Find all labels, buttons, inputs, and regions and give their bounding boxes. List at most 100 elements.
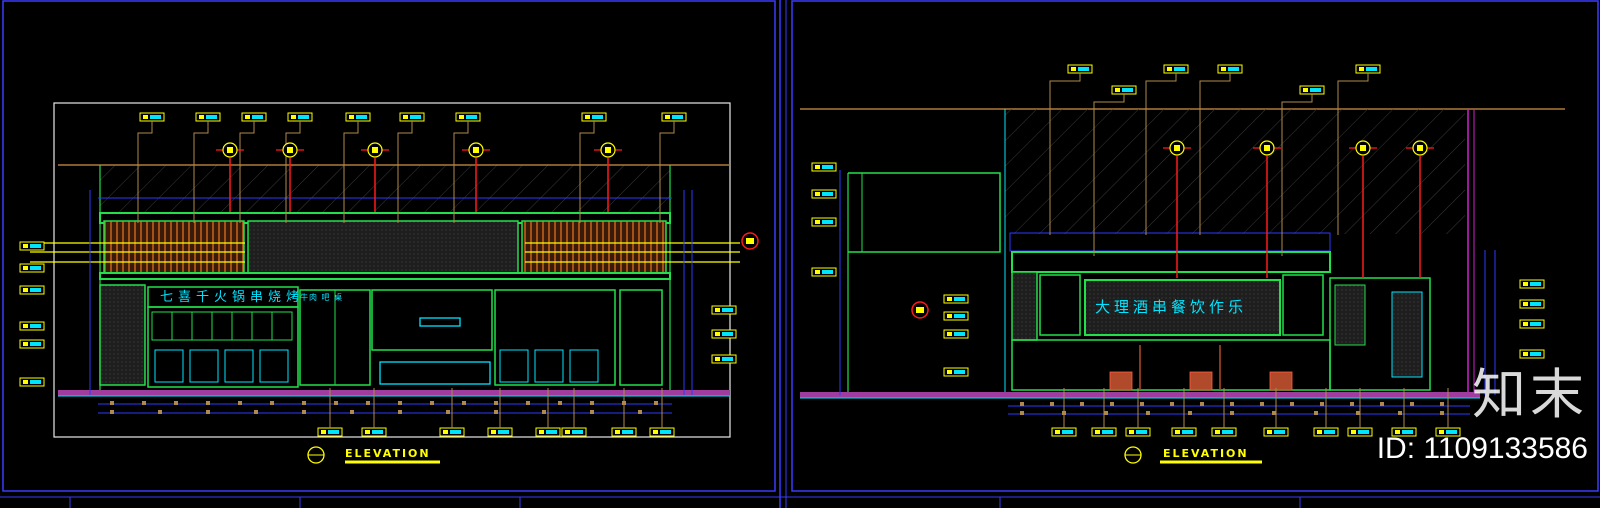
tag-mark: [245, 115, 250, 119]
dimension-tick: [1230, 411, 1234, 415]
dimension-tick: [446, 410, 450, 414]
lamp-core: [372, 147, 378, 153]
annotation-tag: [1519, 279, 1545, 289]
tag-mark: [30, 324, 41, 328]
tag-mark: [1530, 322, 1541, 326]
tag-mark: [815, 192, 820, 196]
annotation-tag: [811, 189, 837, 199]
annotation-tag: [19, 263, 45, 273]
tag-mark: [498, 430, 509, 434]
dimension-tick: [1146, 411, 1150, 415]
left-sign-subtext: 牛肉 吧 桌: [300, 292, 343, 302]
tag-mark: [30, 342, 41, 346]
tag-mark: [815, 270, 820, 274]
tag-mark: [349, 115, 354, 119]
dimension-tick: [334, 401, 338, 405]
tag-mark: [539, 430, 544, 434]
tag-mark: [660, 430, 671, 434]
tag-mark: [1274, 430, 1285, 434]
tag-mark: [298, 115, 309, 119]
dimension-tick: [1020, 411, 1024, 415]
lamp-core: [1417, 145, 1423, 151]
tag-mark: [1523, 282, 1528, 286]
tag-mark: [1523, 322, 1528, 326]
tag-mark: [291, 115, 296, 119]
tag-mark: [1310, 88, 1321, 92]
dimension-tick: [638, 410, 642, 414]
dimension-tick: [110, 410, 114, 414]
tag-mark: [722, 357, 733, 361]
annotation-tag: [317, 427, 343, 437]
lamp-core: [287, 147, 293, 153]
dimension-tick: [254, 410, 258, 414]
annotation-tag: [19, 241, 45, 251]
tag-mark: [1222, 430, 1233, 434]
tag-mark: [30, 244, 41, 248]
lamp-core: [473, 147, 479, 153]
annotation-tag: [1125, 427, 1151, 437]
annotation-tag: [943, 311, 969, 321]
dimension-tick: [1260, 402, 1264, 406]
annotation-tag: [1067, 64, 1093, 74]
tag-mark: [466, 115, 477, 119]
tag-mark: [822, 192, 833, 196]
annotation-tag: [361, 427, 387, 437]
tag-mark: [23, 324, 28, 328]
tag-mark: [1351, 430, 1356, 434]
tag-mark: [1221, 67, 1226, 71]
annotation-tag: [711, 329, 737, 339]
tag-mark: [410, 115, 421, 119]
annotation-tag: [561, 427, 587, 437]
dimension-tick: [302, 401, 306, 405]
dimension-tick: [542, 410, 546, 414]
tag-mark: [30, 266, 41, 270]
lamp-core: [1264, 145, 1270, 151]
annotation-tag: [1347, 427, 1373, 437]
annotation-tag: [535, 427, 561, 437]
tag-mark: [150, 115, 161, 119]
tag-mark: [1366, 67, 1377, 71]
right-elevation-title: ELEVATION: [1163, 447, 1249, 460]
dimension-tick: [270, 401, 274, 405]
tag-mark: [1122, 88, 1133, 92]
annotation-tag: [1163, 64, 1189, 74]
annotation-tag: [711, 305, 737, 315]
annotation-tag: [19, 339, 45, 349]
dimension-tick: [1356, 411, 1360, 415]
tag-mark: [252, 115, 263, 119]
dimension-tick: [350, 410, 354, 414]
annotation-tag: [1091, 427, 1117, 437]
tag-mark: [1228, 67, 1239, 71]
dimension-tick: [1314, 411, 1318, 415]
tag-mark: [665, 115, 670, 119]
dimension-tick: [1140, 402, 1144, 406]
dimension-tick: [622, 401, 626, 405]
dimension-tick: [1104, 411, 1108, 415]
annotation-tag: [1299, 85, 1325, 95]
dimension-tick: [526, 401, 530, 405]
tag-mark: [546, 430, 557, 434]
watermark: 知末 ID: 1109133586: [1377, 368, 1588, 466]
dimension-tick: [494, 401, 498, 405]
dimension-tick: [590, 410, 594, 414]
annotation-tag: [19, 285, 45, 295]
tag-mark: [491, 430, 496, 434]
annotation-tag: [1313, 427, 1339, 437]
tag-mark: [1358, 430, 1369, 434]
tag-mark: [565, 430, 570, 434]
annotation-tag: [943, 294, 969, 304]
dimension-tick: [590, 401, 594, 405]
dimension-tick: [1350, 402, 1354, 406]
tag-mark: [715, 308, 720, 312]
annotation-tag: [439, 427, 465, 437]
dimension-tick: [1230, 402, 1234, 406]
tag-mark: [1078, 67, 1089, 71]
tag-mark: [572, 430, 583, 434]
tag-mark: [1115, 88, 1120, 92]
dimension-tick: [142, 401, 146, 405]
annotation-tag: [1355, 64, 1381, 74]
annotation-tag: [455, 112, 481, 122]
dimension-tick: [1110, 402, 1114, 406]
section-marker-core: [916, 307, 924, 313]
tag-mark: [1530, 302, 1541, 306]
